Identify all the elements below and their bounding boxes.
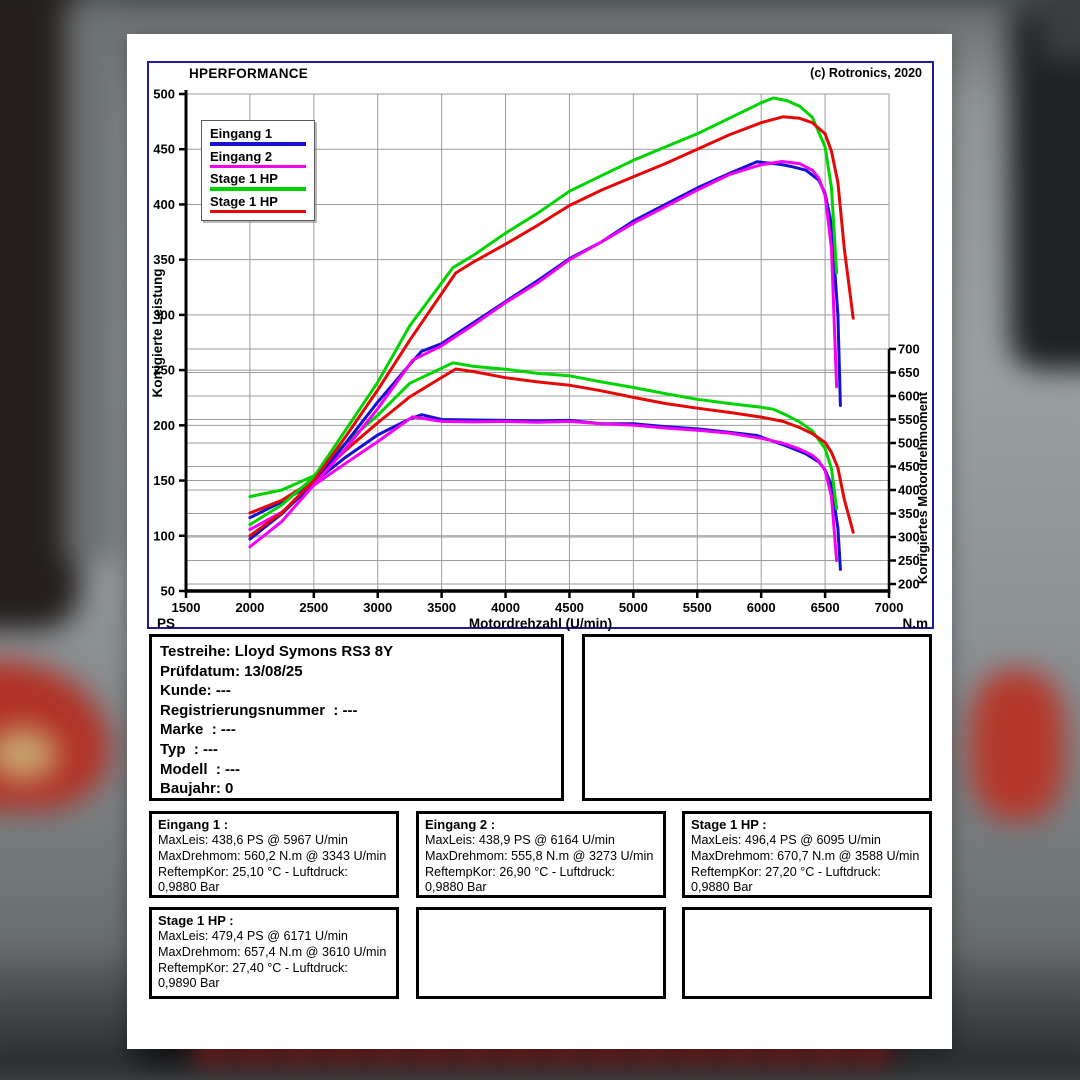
xtick-label: 7000 — [875, 600, 904, 615]
ytick-right-label: 650 — [898, 365, 920, 380]
torque-curve-1-eingang-2 — [250, 417, 837, 561]
ytick-left-label: 200 — [153, 418, 175, 433]
xtick-label: 5500 — [683, 600, 712, 615]
y-left-axis-title: Korrigierte Leistung — [150, 268, 165, 397]
xtick-label: 5000 — [619, 600, 648, 615]
legend-color-swatch — [210, 142, 306, 146]
chart-panel: HPERFORMANCE (c) Rotronics, 2020 5010015… — [147, 61, 934, 629]
test-info-line: Kunde: --- — [160, 681, 553, 701]
result-box-line: 0,9880 Bar — [425, 880, 657, 896]
test-info-line: Marke : --- — [160, 720, 553, 740]
power-curve-3-stage-1-hp — [250, 117, 853, 536]
xtick-label: 1500 — [172, 600, 201, 615]
result-box-title: Stage 1 HP : — [691, 817, 923, 833]
ytick-left-label: 400 — [153, 197, 175, 212]
ytick-left-label: 150 — [153, 473, 175, 488]
result-box-line: MaxLeis: 438,6 PS @ 5967 U/min — [158, 833, 390, 849]
xtick-label: 6500 — [811, 600, 840, 615]
legend-color-swatch — [210, 165, 306, 169]
power-curve-1-eingang-2 — [250, 162, 837, 547]
test-info-line: Baujahr: 0 — [160, 779, 553, 799]
ytick-left-label: 100 — [153, 528, 175, 543]
xtick-label: 2500 — [299, 600, 328, 615]
test-info-line: Testreihe: Lloyd Symons RS3 8Y — [160, 642, 553, 662]
test-info-box: Testreihe: Lloyd Symons RS3 8YPrüfdatum:… — [149, 634, 564, 801]
xtick-label: 6000 — [747, 600, 776, 615]
result-box-stage1-red: Stage 1 HP :MaxLeis: 479,4 PS @ 6171 U/m… — [149, 907, 399, 999]
test-info-line: Modell : --- — [160, 760, 553, 780]
legend-label: Eingang 2 — [210, 149, 306, 164]
left-unit-label: PS — [157, 616, 175, 631]
result-box-line: MaxDrehmom: 560,2 N.m @ 3343 U/min — [158, 849, 390, 865]
legend-label: Eingang 1 — [210, 126, 306, 141]
legend-item-1: Eingang 2 — [210, 149, 306, 169]
ytick-left-label: 350 — [153, 252, 175, 267]
xtick-label: 4000 — [491, 600, 520, 615]
legend-item-3: Stage 1 HP — [210, 194, 306, 214]
result-box-line: MaxLeis: 438,9 PS @ 6164 U/min — [425, 833, 657, 849]
result-box-line: 0,9880 Bar — [691, 880, 923, 896]
legend-label: Stage 1 HP — [210, 194, 306, 209]
test-info-line: Registrierungsnummer : --- — [160, 701, 553, 721]
test-info-line: Prüfdatum: 13/08/25 — [160, 662, 553, 682]
result-box-line: 0,9880 Bar — [158, 880, 390, 896]
legend-item-2: Stage 1 HP — [210, 171, 306, 191]
legend-item-0: Eingang 1 — [210, 126, 306, 146]
xtick-label: 3000 — [363, 600, 392, 615]
right-pillar — [1010, 10, 1080, 370]
result-box-line: ReftempKor: 25,10 °C - Luftdruck: — [158, 865, 390, 881]
xtick-label: 4500 — [555, 600, 584, 615]
power-curve-0-eingang-1 — [250, 162, 841, 539]
ytick-right-label: 700 — [898, 342, 920, 357]
right-unit-label: N.m — [902, 616, 928, 631]
result-box-title: Eingang 1 : — [158, 817, 390, 833]
left-column — [65, 0, 120, 560]
y-right-axis-title: Korrigiertes Motordrehmoment — [915, 391, 930, 584]
result-box-line: ReftempKor: 27,20 °C - Luftdruck: — [691, 865, 923, 881]
legend-color-swatch — [210, 210, 306, 214]
legend: Eingang 1 Eingang 2 Stage 1 HP Stage 1 HP — [201, 120, 315, 221]
xtick-label: 2000 — [235, 600, 264, 615]
power-curve-2-stage-1-hp — [250, 98, 837, 525]
xtick-label: 3500 — [427, 600, 456, 615]
result-box-title: Eingang 2 : — [425, 817, 657, 833]
report-sheet: HPERFORMANCE (c) Rotronics, 2020 5010015… — [127, 34, 952, 1049]
test-info-line: Typ : --- — [160, 740, 553, 760]
empty-info-box-1 — [582, 634, 932, 801]
result-box-line: MaxDrehmom: 555,8 N.m @ 3273 U/min — [425, 849, 657, 865]
empty-info-box-3 — [682, 907, 932, 999]
ytick-left-label: 500 — [153, 87, 175, 102]
red-car-right — [970, 670, 1065, 820]
empty-info-box-2 — [416, 907, 666, 999]
result-box-line: MaxDrehmom: 657,4 N.m @ 3610 U/min — [158, 945, 390, 961]
x-axis-title: Motordrehzahl (U/min) — [469, 616, 612, 631]
result-box-title: Stage 1 HP : — [158, 913, 390, 929]
right-pillar-top — [1040, 0, 1080, 60]
result-box-line: MaxDrehmom: 670,7 N.m @ 3588 U/min — [691, 849, 923, 865]
result-box-eingang-2: Eingang 2 :MaxLeis: 438,9 PS @ 6164 U/mi… — [416, 811, 666, 898]
ytick-left-label: 450 — [153, 142, 175, 157]
ceiling-bar — [0, 0, 1080, 4]
result-box-line: ReftempKor: 27,40 °C - Luftdruck: — [158, 961, 390, 977]
result-box-line: MaxLeis: 479,4 PS @ 6171 U/min — [158, 929, 390, 945]
legend-label: Stage 1 HP — [210, 171, 306, 186]
ytick-left-label: 50 — [161, 584, 175, 599]
legend-color-swatch — [210, 187, 306, 191]
result-box-line: ReftempKor: 26,90 °C - Luftdruck: — [425, 865, 657, 881]
result-box-eingang-1: Eingang 1 :MaxLeis: 438,6 PS @ 5967 U/mi… — [149, 811, 399, 898]
result-box-line: MaxLeis: 496,4 PS @ 6095 U/min — [691, 833, 923, 849]
result-box-stage1-green: Stage 1 HP :MaxLeis: 496,4 PS @ 6095 U/m… — [682, 811, 932, 898]
result-box-line: 0,9890 Bar — [158, 976, 390, 992]
